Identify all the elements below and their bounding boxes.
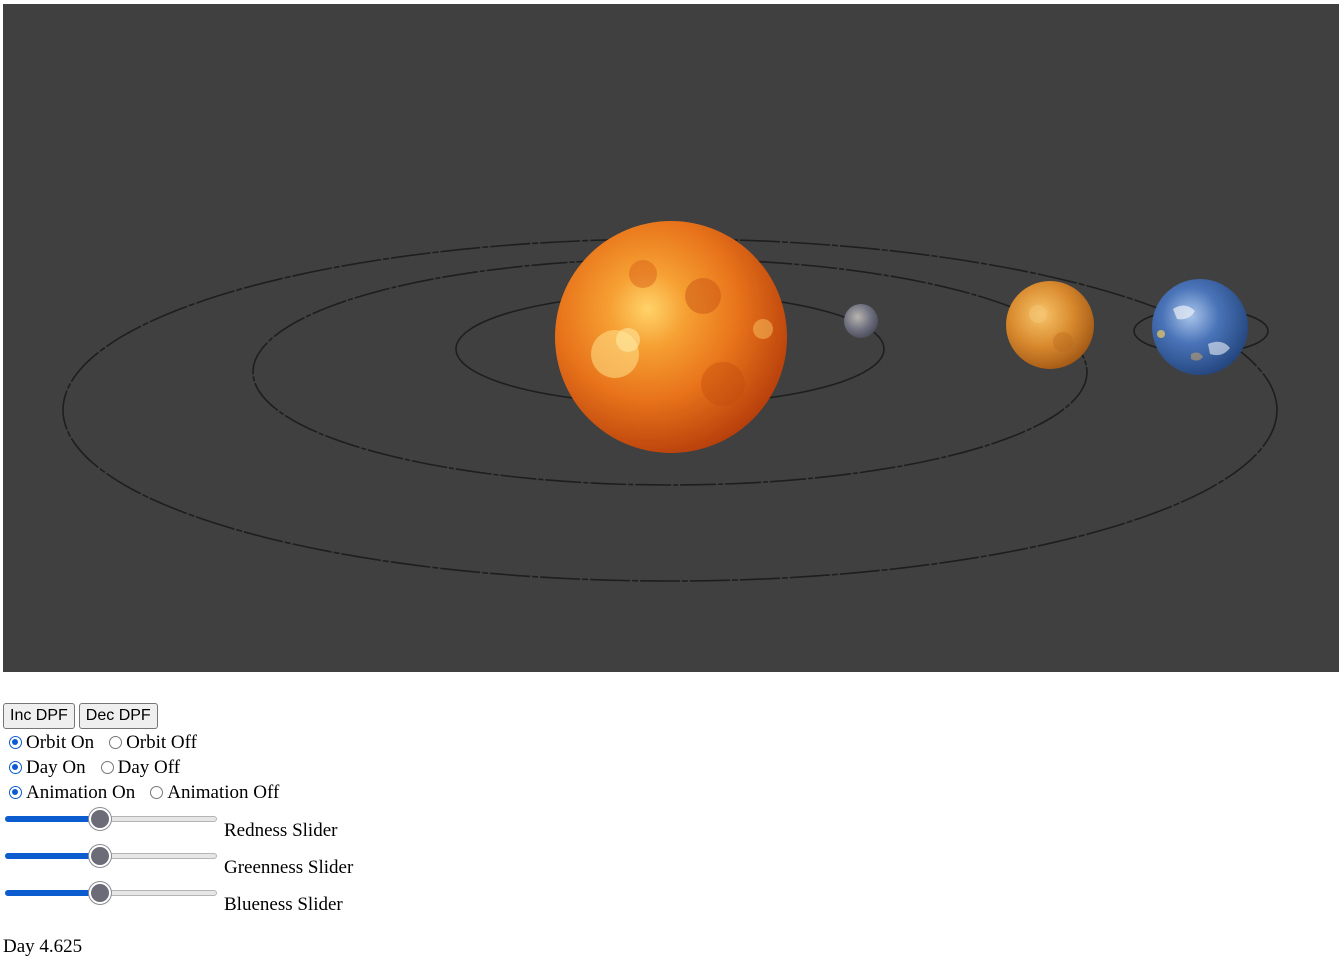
orbit-off-radio[interactable] [109,736,123,749]
animation-on-label: Animation On [26,781,136,803]
mercury-icon [844,304,878,338]
dec-dpf-button[interactable]: Dec DPF [78,703,158,729]
slider-fill [5,853,101,859]
orbit-off-option[interactable]: Orbit Off [103,732,197,754]
day-on-option[interactable]: Day On [3,757,86,779]
day-off-radio[interactable] [100,761,114,774]
greenness-slider-label: Greenness Slider [224,857,354,878]
blueness-slider-label: Blueness Slider [224,894,343,915]
orbit-on-radio[interactable] [9,736,22,749]
slider-thumb[interactable] [89,808,112,830]
slider-thumb[interactable] [89,845,112,867]
redness-slider-row: Redness Slider [3,805,603,842]
day-on-label: Day On [26,756,86,778]
dpf-button-row: Inc DPF Dec DPF [3,703,603,730]
animation-off-option[interactable]: Animation Off [144,782,279,804]
day-on-radio[interactable] [9,761,22,774]
redness-slider-label: Redness Slider [224,820,338,841]
day-off-label: Day Off [117,756,181,778]
day-off-option[interactable]: Day Off [95,757,180,779]
greenness-slider[interactable] [5,845,217,870]
blueness-slider-row: Blueness Slider [3,879,603,916]
earth-icon [1152,279,1248,375]
animation-off-radio[interactable] [150,786,164,799]
greenness-slider-row: Greenness Slider [3,842,603,879]
venus-icon [1006,281,1094,369]
orbit-on-option[interactable]: Orbit On [3,732,94,754]
animation-radio-group: Animation On Animation Off [3,780,603,805]
sun-icon [555,221,787,453]
solar-system-canvas[interactable] [3,4,1339,672]
redness-slider[interactable] [5,808,217,833]
animation-off-label: Animation Off [167,781,280,803]
slider-fill [5,816,101,822]
blueness-slider[interactable] [5,882,217,907]
animation-on-option[interactable]: Animation On [3,782,135,804]
orbit-on-label: Orbit On [26,731,95,753]
slider-fill [5,890,101,896]
inc-dpf-button[interactable]: Inc DPF [3,703,75,729]
orbit-radio-group: Orbit On Orbit Off [3,730,603,755]
orbit-off-label: Orbit Off [126,731,197,753]
day-radio-group: Day On Day Off [3,755,603,780]
slider-thumb[interactable] [89,882,112,904]
controls-panel: Inc DPF Dec DPF Orbit On Orbit Off Day O… [3,703,603,916]
day-readout: Day 4.625 [3,936,83,957]
animation-on-radio[interactable] [9,786,22,799]
solar-system-scene [62,221,1278,582]
